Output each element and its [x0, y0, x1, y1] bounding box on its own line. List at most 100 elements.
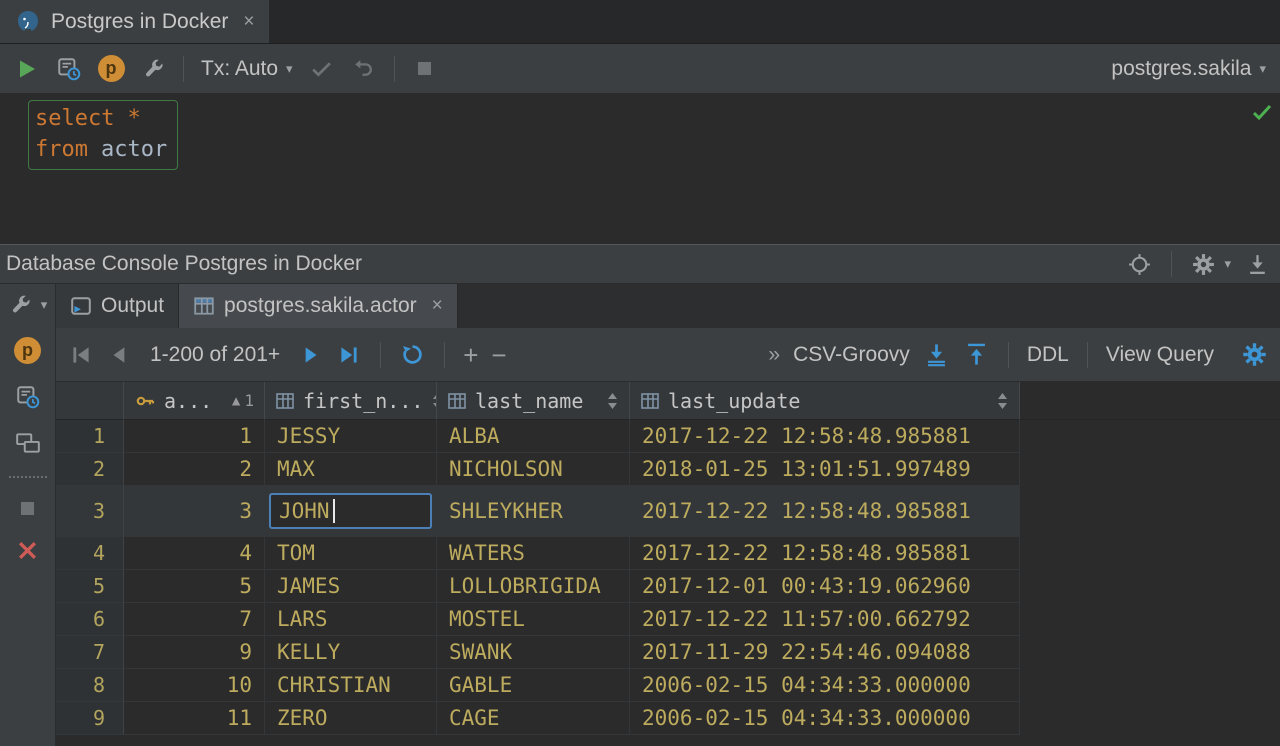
cell-editor[interactable]: LARS — [277, 607, 328, 631]
sort-toggle-icon[interactable] — [996, 391, 1009, 411]
column-header-last-name[interactable]: last_name — [437, 382, 630, 420]
column-header-first-name[interactable]: first_n... — [265, 382, 437, 420]
cell-actor-id[interactable]: 11 — [124, 702, 265, 735]
cell-actor-id[interactable]: 3 — [124, 486, 265, 537]
add-row-button[interactable]: + — [463, 342, 478, 368]
cell-editor[interactable]: KELLY — [277, 640, 340, 664]
cell-actor-id[interactable]: 4 — [124, 537, 265, 570]
row-number-cell[interactable]: 4 — [56, 537, 124, 570]
cell-last-name[interactable]: SWANK — [437, 636, 630, 669]
close-icon[interactable]: × — [243, 11, 254, 33]
cell-last-name[interactable]: GABLE — [437, 669, 630, 702]
sql-editor[interactable]: select * from actor — [0, 94, 1280, 244]
cell-first-name[interactable]: MAX — [265, 453, 437, 486]
row-number-cell[interactable]: 3 — [56, 486, 124, 537]
cell-first-name[interactable]: JESSY — [265, 420, 437, 453]
cell-last-update[interactable]: 2018-01-25 13:01:51.997489 — [630, 453, 1020, 486]
row-number-cell[interactable]: 1 — [56, 420, 124, 453]
row-number-cell[interactable]: 5 — [56, 570, 124, 603]
panel-settings-gear-icon[interactable]: ▾ — [1191, 252, 1231, 277]
editor-tab-postgres-in-docker[interactable]: Postgres in Docker × — [0, 0, 269, 43]
export-data-button[interactable] — [923, 341, 950, 368]
cell-editor[interactable]: JOHN — [269, 493, 432, 529]
cell-editor[interactable]: TOM — [277, 541, 315, 565]
postgres-session-badge[interactable]: p — [14, 337, 41, 364]
close-icon[interactable]: × — [432, 295, 443, 317]
cell-last-update[interactable]: 2006-02-15 04:34:33.000000 — [630, 702, 1020, 735]
cell-last-update[interactable]: 2017-12-22 11:57:00.662792 — [630, 603, 1020, 636]
cell-last-name[interactable]: CAGE — [437, 702, 630, 735]
locate-icon[interactable] — [1127, 252, 1152, 277]
row-number-cell[interactable]: 6 — [56, 603, 124, 636]
cell-editor[interactable]: JESSY — [277, 424, 340, 448]
cell-last-update[interactable]: 2017-11-29 22:54:46.094088 — [630, 636, 1020, 669]
cell-last-name[interactable]: LOLLOBRIGIDA — [437, 570, 630, 603]
rollback-button[interactable] — [347, 52, 381, 86]
cell-last-name[interactable]: ALBA — [437, 420, 630, 453]
row-number-cell[interactable]: 2 — [56, 453, 124, 486]
postgres-session-badge[interactable]: p — [94, 52, 128, 86]
reload-button[interactable] — [399, 341, 426, 368]
delete-row-button[interactable]: − — [491, 342, 506, 368]
sort-toggle-icon[interactable] — [606, 391, 619, 411]
scroll-to-end-icon[interactable] — [1245, 252, 1270, 277]
row-number-cell[interactable]: 9 — [56, 702, 124, 735]
table-row[interactable]: 9 11 ZERO CAGE 2006-02-15 04:34:33.00000… — [56, 702, 1280, 735]
cell-first-name[interactable]: KELLY — [265, 636, 437, 669]
query-history-icon[interactable] — [15, 384, 41, 410]
cell-first-name[interactable]: JAMES — [265, 570, 437, 603]
cell-editor[interactable]: JAMES — [277, 574, 340, 598]
cell-last-update[interactable]: 2017-12-22 12:58:48.985881 — [630, 537, 1020, 570]
grid-settings-gear-icon[interactable] — [1241, 341, 1268, 368]
stop-button[interactable] — [408, 52, 442, 86]
cell-first-name[interactable]: ZERO — [265, 702, 437, 735]
settings-wrench-icon[interactable] — [136, 52, 170, 86]
cell-first-name[interactable]: CHRISTIAN — [265, 669, 437, 702]
table-row[interactable]: 3 3 JOHN SHLEYKHER 2017-12-22 12:58:48.9… — [56, 486, 1280, 537]
first-page-button[interactable] — [68, 342, 94, 368]
cell-first-name[interactable]: TOM — [265, 537, 437, 570]
table-row[interactable]: 1 1 JESSY ALBA 2017-12-22 12:58:48.98588… — [56, 420, 1280, 453]
cell-last-name[interactable]: WATERS — [437, 537, 630, 570]
cell-editor[interactable]: ZERO — [277, 706, 328, 730]
next-page-button[interactable] — [297, 342, 323, 368]
table-row[interactable]: 5 5 JAMES LOLLOBRIGIDA 2017-12-01 00:43:… — [56, 570, 1280, 603]
query-history-icon[interactable] — [52, 52, 86, 86]
overflow-chevrons-icon[interactable]: » — [768, 344, 780, 365]
cell-last-name[interactable]: SHLEYKHER — [437, 486, 630, 537]
commit-button[interactable] — [305, 52, 339, 86]
datasource-selector[interactable]: postgres.sakila ▾ — [1107, 57, 1270, 81]
column-header-last-update[interactable]: last_update — [630, 382, 1020, 420]
tab-output[interactable]: Output — [56, 284, 179, 328]
cell-last-name[interactable]: MOSTEL — [437, 603, 630, 636]
stop-icon[interactable] — [17, 498, 38, 519]
previous-page-button[interactable] — [107, 342, 133, 368]
last-page-button[interactable] — [336, 342, 362, 368]
view-query-button[interactable]: View Query — [1106, 343, 1214, 367]
cell-last-update[interactable]: 2006-02-15 04:34:33.000000 — [630, 669, 1020, 702]
table-row[interactable]: 2 2 MAX NICHOLSON 2018-01-25 13:01:51.99… — [56, 453, 1280, 486]
import-data-button[interactable] — [963, 341, 990, 368]
cell-actor-id[interactable]: 7 — [124, 603, 265, 636]
column-header-actor-id[interactable]: a... ▲ 1 — [124, 382, 265, 420]
cell-actor-id[interactable]: 1 — [124, 420, 265, 453]
cell-actor-id[interactable]: 2 — [124, 453, 265, 486]
export-format-selector[interactable]: CSV-Groovy — [793, 343, 910, 367]
table-row[interactable]: 6 7 LARS MOSTEL 2017-12-22 11:57:00.6627… — [56, 603, 1280, 636]
close-console-icon[interactable] — [16, 539, 39, 562]
table-row[interactable]: 8 10 CHRISTIAN GABLE 2006-02-15 04:34:33… — [56, 669, 1280, 702]
services-wrench-icon[interactable]: ▾ — [8, 292, 48, 317]
run-button[interactable] — [10, 52, 44, 86]
tx-mode-dropdown[interactable]: Tx: Auto ▾ — [197, 57, 297, 81]
cell-editor[interactable]: MAX — [277, 457, 315, 481]
cell-editor[interactable]: CHRISTIAN — [277, 673, 391, 697]
cell-actor-id[interactable]: 9 — [124, 636, 265, 669]
table-row[interactable]: 7 9 KELLY SWANK 2017-11-29 22:54:46.0940… — [56, 636, 1280, 669]
cell-actor-id[interactable]: 10 — [124, 669, 265, 702]
cell-last-update[interactable]: 2017-12-22 12:58:48.985881 — [630, 420, 1020, 453]
cell-actor-id[interactable]: 5 — [124, 570, 265, 603]
cell-last-name[interactable]: NICHOLSON — [437, 453, 630, 486]
cell-last-update[interactable]: 2017-12-01 00:43:19.062960 — [630, 570, 1020, 603]
cell-first-name[interactable]: JOHN — [265, 486, 437, 537]
cell-last-update[interactable]: 2017-12-22 12:58:48.985881 — [630, 486, 1020, 537]
